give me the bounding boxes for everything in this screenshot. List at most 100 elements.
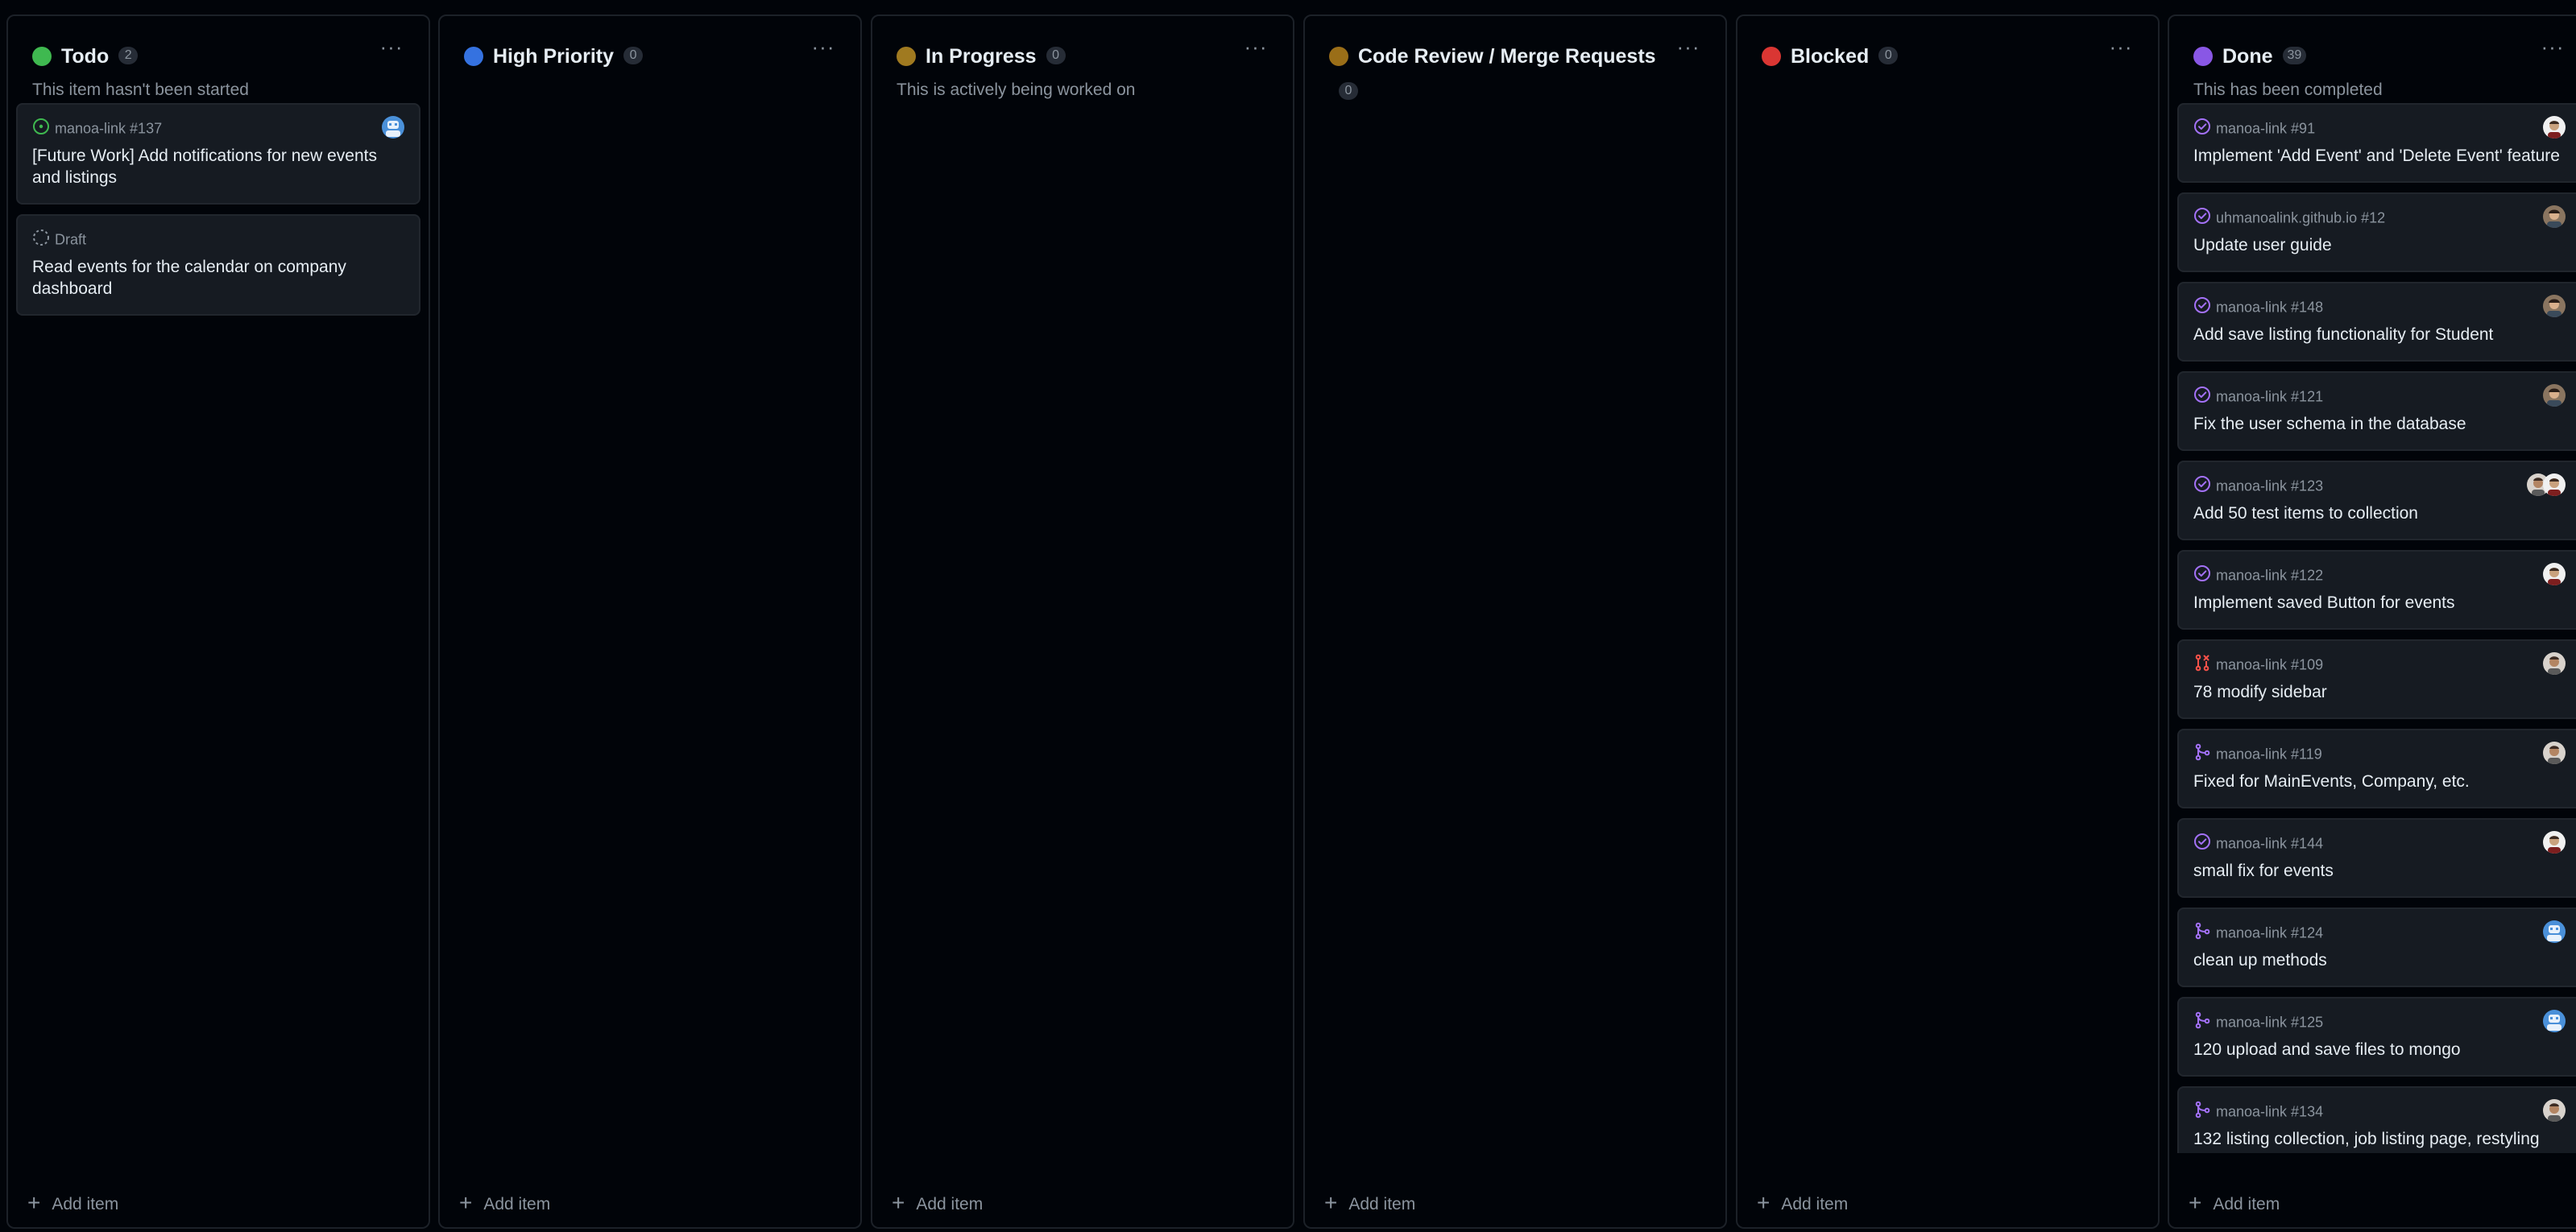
card-reference-link[interactable]: manoa-link #144: [2216, 835, 2323, 851]
column-menu-icon[interactable]: ···: [1240, 36, 1272, 63]
card-title[interactable]: Add 50 test items to collection: [2193, 502, 2566, 524]
card-title[interactable]: Implement 'Add Event' and 'Delete Event'…: [2193, 145, 2566, 167]
column-menu-icon[interactable]: ···: [375, 36, 408, 63]
column-menu-icon[interactable]: ···: [2105, 36, 2137, 63]
card-reference-link[interactable]: manoa-link #119: [2216, 746, 2322, 762]
card-reference-link[interactable]: uhmanoalink.github.io #12: [2216, 209, 2385, 225]
closed-pr-icon: [2193, 654, 2211, 672]
item-card[interactable]: manoa-link #91 Implement 'Add Event' and …: [2177, 103, 2576, 183]
add-item-button[interactable]: + Add item: [892, 1189, 983, 1221]
card-title[interactable]: Update user guide: [2193, 234, 2566, 256]
add-item-button[interactable]: + Add item: [2189, 1189, 2280, 1221]
assignee-avatar[interactable]: [2543, 652, 2566, 675]
assignee-avatar[interactable]: [2543, 473, 2566, 496]
card-reference-link[interactable]: manoa-link #134: [2216, 1103, 2323, 1119]
card-title[interactable]: small fix for events: [2193, 860, 2566, 882]
card-title[interactable]: Read events for the calendar on company …: [32, 256, 404, 300]
open-issue-icon: [32, 118, 50, 135]
assignee-avatar[interactable]: [2543, 116, 2566, 138]
card-title[interactable]: Fixed for MainEvents, Company, etc.: [2193, 771, 2566, 792]
closed-issue-icon: [2193, 207, 2211, 225]
card-reference-link[interactable]: manoa-link #91: [2216, 120, 2315, 136]
card-title[interactable]: Add save listing functionality for Stude…: [2193, 324, 2566, 345]
card-title[interactable]: 132 listing collection, job listing page…: [2193, 1128, 2566, 1150]
assignee-avatar[interactable]: [2543, 831, 2566, 854]
assignee-avatar[interactable]: [2543, 295, 2566, 317]
item-card[interactable]: Draft Read events for the calendar on com…: [16, 214, 420, 316]
plus-icon: +: [2189, 1190, 2202, 1216]
column-title-text: Code Review / Merge Requests: [1358, 45, 1656, 68]
item-card[interactable]: manoa-link #119 Fixed for MainEvents, Com…: [2177, 729, 2576, 808]
assignee-avatar[interactable]: [2543, 742, 2566, 764]
column-title-text: Blocked: [1791, 45, 1870, 68]
item-card[interactable]: uhmanoalink.github.io #12 Update user gui…: [2177, 192, 2576, 272]
item-card[interactable]: manoa-link #148 Add save listing function…: [2177, 282, 2576, 362]
column-title: In Progress 0: [926, 45, 1066, 68]
add-item-label: Add item: [52, 1195, 119, 1213]
card-reference-link[interactable]: manoa-link #124: [2216, 924, 2323, 941]
card-reference-link[interactable]: manoa-link #109: [2216, 656, 2323, 672]
card-reference-link[interactable]: manoa-link #123: [2216, 478, 2323, 494]
item-card[interactable]: manoa-link #125 120 upload and save files…: [2177, 997, 2576, 1077]
closed-issue-icon: [2193, 833, 2211, 850]
card-meta: manoa-link #144: [2193, 829, 2566, 855]
card-title[interactable]: clean up methods: [2193, 949, 2566, 971]
plus-icon: +: [1757, 1190, 1770, 1216]
assignee-avatar[interactable]: [2543, 920, 2566, 943]
item-card[interactable]: manoa-link #144 small fix for events: [2177, 818, 2576, 898]
merged-pr-icon: [2193, 743, 2211, 761]
add-item-button[interactable]: + Add item: [1324, 1189, 1415, 1221]
assignee-avatar[interactable]: [2543, 563, 2566, 585]
card-reference-link[interactable]: manoa-link #122: [2216, 567, 2323, 583]
assignee-avatar[interactable]: [382, 116, 404, 138]
card-title[interactable]: [Future Work] Add notifications for new …: [32, 145, 404, 188]
item-card[interactable]: manoa-link #122 Implement saved Button fo…: [2177, 550, 2576, 630]
column-done: Done 39 ··· This has been completed manoa-li…: [2168, 14, 2576, 1229]
card-reference-link[interactable]: Draft: [55, 231, 86, 247]
card-title[interactable]: 120 upload and save files to mongo: [2193, 1039, 2566, 1060]
plus-icon: +: [1324, 1190, 1338, 1216]
add-item-button[interactable]: + Add item: [1757, 1189, 1848, 1221]
column-footer-mask: [8, 1153, 429, 1179]
column-in-progress: In Progress 0 ··· This is actively being wo…: [871, 14, 1294, 1229]
item-card[interactable]: manoa-link #124 clean up methods: [2177, 907, 2576, 987]
column-header: Blocked 0 ···: [1755, 31, 2140, 87]
card-title[interactable]: Implement saved Button for events: [2193, 592, 2566, 614]
column-title: High Priority 0: [493, 45, 644, 68]
assignee-avatar[interactable]: [2543, 1010, 2566, 1032]
add-item-button[interactable]: + Add item: [459, 1189, 550, 1221]
card-title[interactable]: Fix the user schema in the database: [2193, 413, 2566, 435]
assignee-avatar[interactable]: [2543, 384, 2566, 407]
add-item-button[interactable]: + Add item: [27, 1189, 118, 1221]
assignee-avatar[interactable]: [2543, 1099, 2566, 1122]
status-color-icon: [464, 47, 483, 66]
column-footer-mask: [872, 1153, 1293, 1179]
item-card[interactable]: manoa-link #123 Add 50 test items to coll…: [2177, 461, 2576, 540]
column-title: Blocked 0: [1791, 45, 1899, 68]
draft-icon: [32, 229, 50, 246]
card-meta: manoa-link #137: [32, 114, 404, 140]
column-menu-icon[interactable]: ···: [2537, 36, 2569, 63]
item-card[interactable]: manoa-link #121 Fix the user schema in th…: [2177, 371, 2576, 451]
assignee-avatar[interactable]: [2543, 205, 2566, 228]
column-header: Done 39 ··· This has been completed: [2187, 31, 2572, 99]
card-meta: manoa-link #123: [2193, 472, 2566, 498]
add-item-label: Add item: [1781, 1195, 1849, 1213]
card-reference-link[interactable]: manoa-link #137: [55, 120, 162, 136]
item-card[interactable]: manoa-link #109 78 modify sidebar: [2177, 639, 2576, 719]
closed-issue-icon: [2193, 118, 2211, 135]
card-meta: manoa-link #134: [2193, 1098, 2566, 1123]
column-title: Done 39: [2222, 45, 2307, 68]
column-blocked: Blocked 0 ··· + Add item: [1736, 14, 2160, 1229]
item-count-badge: 0: [1878, 47, 1899, 65]
item-count-badge: 0: [1046, 47, 1066, 65]
status-color-icon: [1762, 47, 1781, 66]
card-reference-link[interactable]: manoa-link #121: [2216, 388, 2323, 404]
column-menu-icon[interactable]: ···: [1672, 36, 1704, 63]
card-title[interactable]: 78 modify sidebar: [2193, 681, 2566, 703]
item-card[interactable]: manoa-link #137 [Future Work] Add notific…: [16, 103, 420, 205]
plus-icon: +: [27, 1190, 41, 1216]
column-menu-icon[interactable]: ···: [807, 36, 839, 63]
card-reference-link[interactable]: manoa-link #148: [2216, 299, 2323, 315]
card-reference-link[interactable]: manoa-link #125: [2216, 1014, 2323, 1030]
